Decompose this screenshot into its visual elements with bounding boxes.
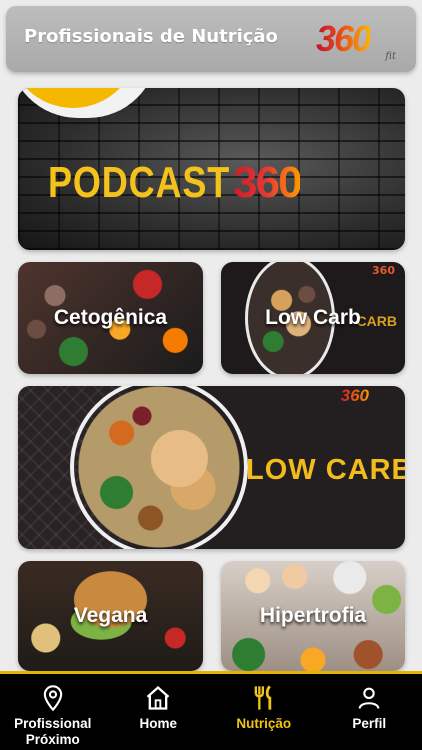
nav-item-nutricao[interactable]: Nutrição <box>211 674 317 750</box>
card-logo-number: 360 <box>372 264 395 277</box>
category-card-cetogenica[interactable]: Cetogênica <box>18 262 203 374</box>
banner-logo-number: 360 <box>340 386 369 405</box>
category-card-low-carb[interactable]: 360 CARB Low Carb <box>221 262 405 374</box>
brand-logo-suffix: fit <box>385 51 396 62</box>
nav-item-label: Nutrição <box>236 716 292 731</box>
location-pin-icon <box>43 685 62 712</box>
banner-title: LOW CARB <box>246 454 405 486</box>
category-label: Low Carb <box>265 306 361 329</box>
person-icon <box>358 687 380 709</box>
nav-item-profissional-proximo[interactable]: Profissional Próximo <box>0 674 106 750</box>
nav-item-label: Home <box>139 716 177 731</box>
podcast-banner[interactable]: PODCAST 360 <box>18 88 405 250</box>
food-bowl-image <box>70 386 248 549</box>
podcast-logo-number: 360 <box>233 158 302 207</box>
category-label: Cetogênica <box>53 306 168 329</box>
nav-item-label: Perfil <box>352 716 387 731</box>
category-label: Vegana <box>73 604 148 627</box>
category-label: Hipertrofia <box>259 604 367 627</box>
nav-item-label: Profissional Próximo <box>14 716 92 747</box>
fork-knife-icon <box>254 685 271 710</box>
nav-item-perfil[interactable]: Perfil <box>317 674 422 750</box>
low-carb-banner[interactable]: 360 LOW CARB <box>18 386 405 549</box>
app-header: Profissionais de Nutrição 360 fit <box>6 6 416 72</box>
bottom-navigation: Profissional Próximo Home Nutrição Perfi… <box>0 671 422 750</box>
category-card-hipertrofia[interactable]: Hipertrofia <box>221 561 405 671</box>
nav-item-home[interactable]: Home <box>106 674 212 750</box>
podcast-title: PODCAST <box>48 158 231 207</box>
brand-logo-number: 360 <box>316 18 372 59</box>
home-icon <box>146 685 170 710</box>
brand-logo: 360 fit <box>316 18 396 64</box>
category-card-vegana[interactable]: Vegana <box>18 561 203 671</box>
page-title: Profissionais de Nutrição <box>24 26 278 47</box>
